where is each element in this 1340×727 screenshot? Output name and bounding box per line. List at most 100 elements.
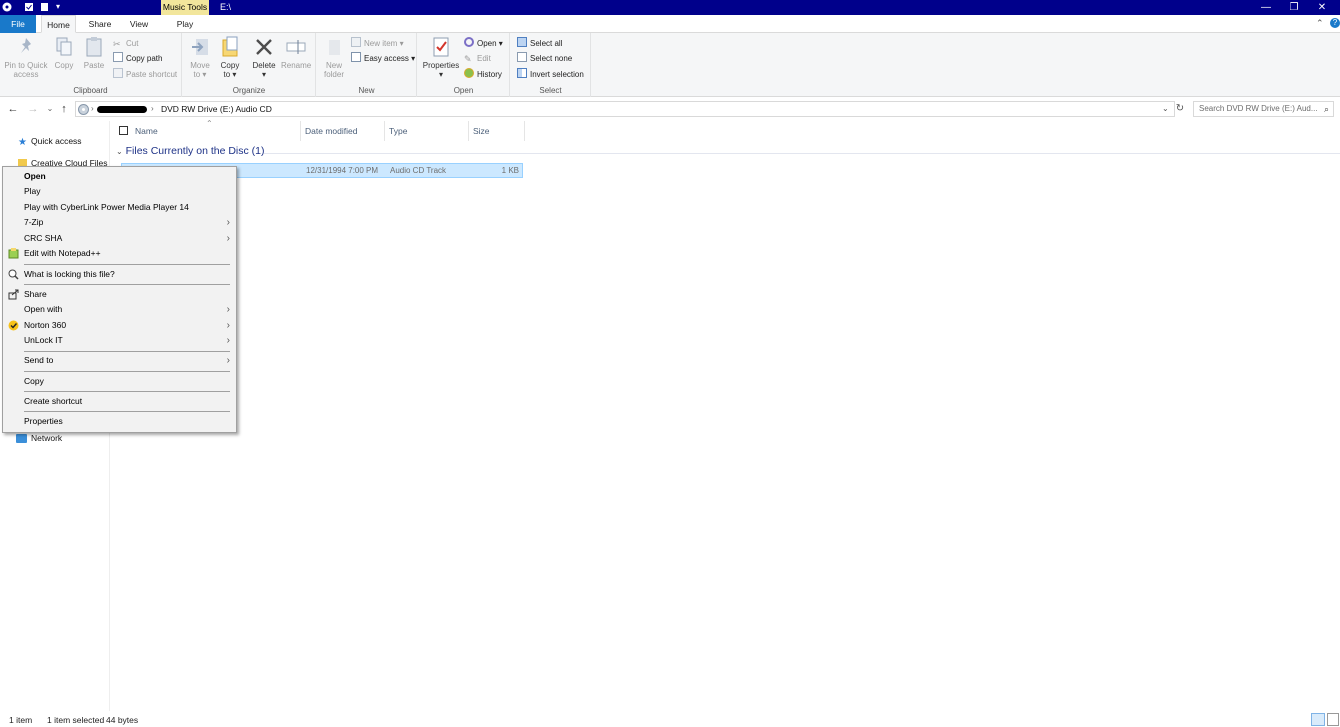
new-folder-button[interactable]: New folder — [320, 36, 348, 79]
address-dropdown-icon[interactable]: ⌄ — [1162, 102, 1169, 116]
address-bar[interactable]: › › DVD RW Drive (E:) Audio CD ⌄ — [75, 101, 1175, 117]
collapse-ribbon-icon[interactable]: ⌃ — [1316, 18, 1324, 29]
music-tools-context-tab[interactable]: Music Tools — [161, 0, 209, 15]
recent-locations-chevron-icon[interactable]: ⌄ — [43, 102, 57, 116]
group-divider — [264, 153, 1340, 154]
help-icon[interactable]: ? — [1330, 18, 1340, 28]
new-item-button[interactable]: New item ▾ — [351, 37, 404, 50]
history-button[interactable]: History — [464, 68, 502, 81]
menu-item-crc-sha[interactable]: CRC SHA › — [3, 231, 236, 246]
menu-item-properties[interactable]: Properties — [3, 414, 236, 429]
nav-quick-access[interactable]: Quick access — [31, 136, 82, 146]
tab-play[interactable]: Play — [165, 15, 205, 33]
large-icons-view-icon[interactable] — [1327, 713, 1339, 726]
edit-button[interactable]: ✎ Edit — [464, 52, 491, 65]
restore-button[interactable]: ❐ — [1280, 0, 1308, 15]
column-type[interactable]: Type — [385, 121, 469, 141]
organize-group: Move to ▾ Copy to ▾ Delete ▾ Rename Organ… — [183, 33, 316, 97]
tab-home[interactable]: Home — [41, 15, 76, 33]
move-to-button[interactable]: Move to ▾ — [187, 36, 213, 79]
menu-separator — [24, 371, 230, 372]
menu-separator — [24, 391, 230, 392]
tab-file[interactable]: File — [0, 15, 36, 33]
properties-quick-icon[interactable] — [24, 2, 34, 12]
cut-label: Cut — [126, 39, 139, 48]
column-name[interactable]: Name — [131, 121, 301, 141]
select-none-label: Select none — [530, 54, 573, 63]
menu-label: What is locking this file? — [24, 269, 115, 279]
menu-item-open-with[interactable]: Open with › — [3, 302, 236, 317]
menu-item-share[interactable]: Share — [3, 287, 236, 302]
select-all-checkbox[interactable] — [119, 126, 128, 135]
menu-label: Send to — [24, 355, 54, 365]
forward-arrow-icon[interactable]: → — [26, 102, 40, 116]
new-folder-label-1: New — [325, 61, 342, 70]
menu-item-copy[interactable]: Copy — [3, 374, 236, 389]
menu-item-play[interactable]: Play — [3, 184, 236, 199]
menu-item-norton[interactable]: Norton 360 › — [3, 318, 236, 333]
back-arrow-icon[interactable]: ← — [6, 102, 20, 116]
menu-item-what-is-locking[interactable]: What is locking this file? — [3, 267, 236, 282]
select-all-button[interactable]: Select all — [517, 37, 562, 50]
search-input[interactable]: Search DVD RW Drive (E:) Aud... ⌕ — [1193, 101, 1334, 117]
customize-quick-access-icon[interactable]: ▾ — [56, 2, 64, 12]
submenu-chevron-icon: › — [226, 355, 230, 366]
minimize-button[interactable]: — — [1252, 0, 1280, 15]
details-view-icon[interactable] — [1311, 713, 1325, 726]
menu-item-open[interactable]: Open — [3, 169, 236, 184]
tab-share[interactable]: Share — [86, 15, 114, 33]
new-folder-icon — [329, 40, 340, 55]
menu-separator — [24, 351, 230, 352]
copy-icon — [56, 37, 72, 56]
copy-to-label-1: Copy — [220, 61, 240, 70]
up-arrow-icon[interactable]: ↑ — [57, 102, 71, 116]
invert-selection-button[interactable]: Invert selection — [517, 68, 584, 81]
invert-selection-icon — [517, 68, 527, 78]
new-folder-quick-icon[interactable] — [40, 2, 50, 12]
clipboard-group-label: Clipboard — [73, 86, 108, 95]
clipboard-icon — [86, 37, 102, 57]
refresh-icon[interactable]: ↻ — [1174, 101, 1186, 117]
copy-path-button[interactable]: Copy path — [113, 52, 162, 65]
copy-to-button[interactable]: Copy to ▾ — [217, 36, 243, 79]
tab-view[interactable]: View — [124, 15, 154, 33]
rename-button[interactable]: Rename — [281, 36, 311, 70]
properties-button[interactable]: Properties ▾ — [421, 36, 461, 79]
paste-shortcut-button[interactable]: Paste shortcut — [113, 68, 177, 81]
delete-button[interactable]: Delete ▾ — [249, 36, 279, 79]
notepad-plus-plus-icon — [8, 248, 19, 259]
column-size[interactable]: Size — [469, 121, 525, 141]
edit-label: Edit — [477, 54, 491, 63]
close-button[interactable]: ✕ — [1308, 0, 1336, 15]
cut-button[interactable]: ✂ Cut — [113, 37, 138, 50]
status-item-count: 1 item — [9, 715, 33, 725]
copy-to-label-2: to — [223, 70, 231, 79]
menu-item-send-to[interactable]: Send to › — [3, 353, 236, 368]
app-icon[interactable] — [2, 2, 12, 12]
submenu-chevron-icon: › — [226, 320, 230, 331]
menu-item-7zip[interactable]: 7-Zip › — [3, 215, 236, 230]
breadcrumb-current[interactable]: DVD RW Drive (E:) Audio CD — [161, 102, 272, 116]
group-header[interactable]: ⌄ Files Currently on the Disc (1) — [116, 145, 265, 159]
menu-item-play-cyberlink[interactable]: Play with CyberLink Power Media Player 1… — [3, 200, 236, 215]
submenu-chevron-icon: › — [226, 304, 230, 315]
column-date-modified[interactable]: Date modified — [301, 121, 385, 141]
paste-button[interactable]: Paste — [81, 36, 107, 70]
status-bar: 1 item 1 item selected 44 bytes — [0, 712, 1340, 727]
open-button[interactable]: Open ▾ — [464, 37, 503, 50]
pin-to-quick-access-button[interactable]: Pin to Quick access — [3, 36, 49, 79]
select-none-button[interactable]: Select none — [517, 52, 572, 65]
open-group: Properties ▾ Open ▾ ✎ Edit History Open — [418, 33, 510, 97]
menu-item-create-shortcut[interactable]: Create shortcut — [3, 394, 236, 409]
copy-button[interactable]: Copy — [51, 36, 77, 70]
rename-icon — [286, 40, 306, 54]
easy-access-button[interactable]: Easy access ▾ — [351, 52, 415, 65]
copy-to-icon — [222, 36, 238, 57]
redacted-breadcrumb[interactable] — [97, 106, 147, 113]
group-collapse-chevron-icon[interactable]: ⌄ — [116, 147, 123, 156]
menu-item-unlock-it[interactable]: UnLock IT › — [3, 333, 236, 348]
clipboard-group: Pin to Quick access Copy Paste ✂ Cut Copy… — [0, 33, 182, 97]
menu-item-edit-notepad[interactable]: Edit with Notepad++ — [3, 246, 236, 261]
nav-network[interactable]: Network — [31, 433, 62, 443]
open-label: Open — [477, 39, 497, 48]
